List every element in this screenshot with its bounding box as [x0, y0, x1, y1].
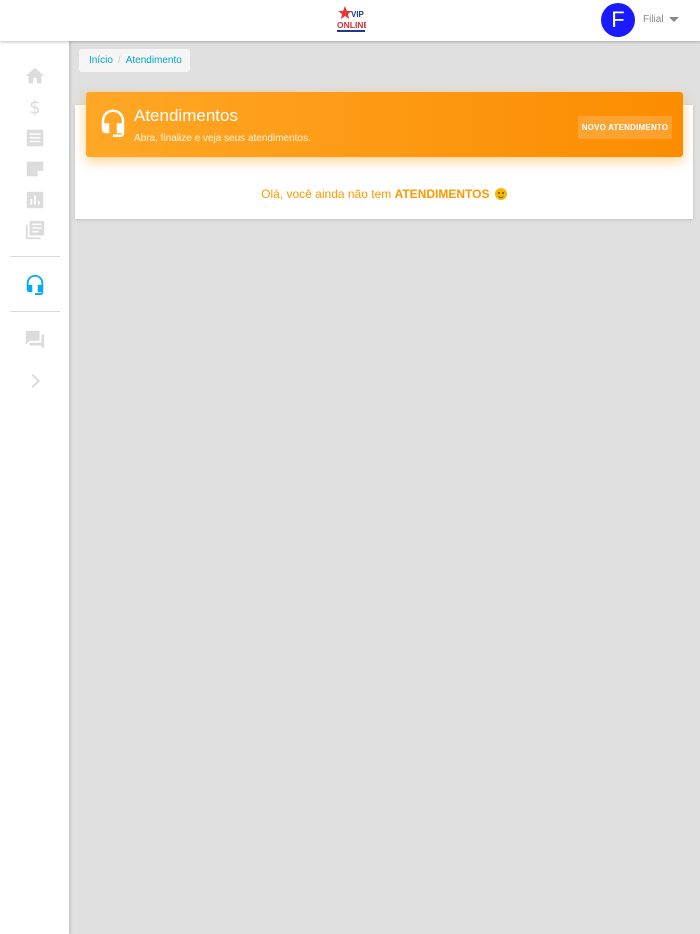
- new-atendimento-button[interactable]: NOVO ATENDIMENTO: [578, 116, 672, 139]
- dollar-icon[interactable]: $: [24, 96, 46, 118]
- card-header: Atendimentos Abra, finalize e veja seus …: [86, 92, 683, 157]
- home-icon[interactable]: [24, 65, 46, 87]
- empty-state-highlight: ATENDIMENTOS: [394, 187, 490, 201]
- list-icon[interactable]: [24, 127, 46, 149]
- smiley-icon: [494, 188, 507, 200]
- svg-text:ONLINE: ONLINE: [337, 20, 366, 30]
- page-title: Atendimentos: [134, 106, 238, 125]
- avatar[interactable]: F: [601, 3, 635, 37]
- empty-state-text: Olá, você ainda não tem: [261, 187, 392, 201]
- library-books-icon[interactable]: [24, 219, 46, 241]
- forum-icon[interactable]: [24, 329, 46, 351]
- sidebar: $: [0, 41, 69, 934]
- breadcrumb: Início / Atendimento: [79, 49, 190, 72]
- sidebar-separator: [10, 311, 60, 312]
- page-subtitle: Abra, finalize e veja seus atendimentos.: [134, 133, 311, 144]
- headset-icon[interactable]: [24, 273, 46, 295]
- chevron-right-icon[interactable]: [24, 370, 46, 392]
- breadcrumb-current[interactable]: Atendimento: [126, 55, 182, 66]
- svg-text:$: $: [29, 97, 41, 118]
- empty-state-message: Olá, você ainda não tem ATENDIMENTOS: [75, 187, 693, 201]
- note-icon[interactable]: [24, 158, 46, 180]
- svg-text:VIP: VIP: [351, 10, 365, 19]
- user-name[interactable]: Filial: [643, 14, 664, 25]
- vip-online-logo[interactable]: VIP ONLINE: [336, 5, 366, 34]
- sidebar-separator: [10, 256, 60, 257]
- breadcrumb-separator: /: [117, 55, 121, 66]
- top-bar: VIP ONLINE F Filial: [0, 0, 700, 41]
- chevron-down-icon[interactable]: [669, 17, 679, 22]
- breadcrumb-home-link[interactable]: Início: [89, 55, 113, 66]
- chart-icon[interactable]: [24, 189, 46, 211]
- headset-icon: [101, 109, 125, 137]
